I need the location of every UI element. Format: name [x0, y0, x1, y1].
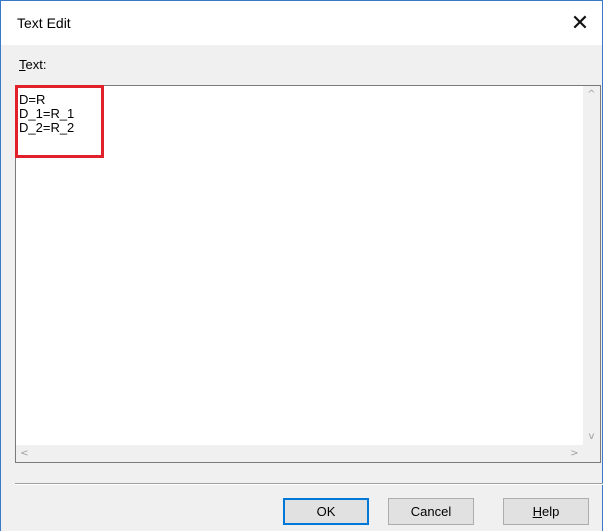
annotation-highlight-box: [15, 85, 104, 158]
chevron-down-icon[interactable]: v: [583, 428, 600, 445]
text-field-label: Text:: [19, 57, 47, 72]
title-bar: Text Edit ✕: [1, 1, 602, 45]
dialog-title: Text Edit: [17, 15, 71, 31]
text-edit-dialog: Text Edit ✕ Text: D=R D_1=R_1 D_2=R_2 ^ …: [0, 0, 603, 531]
chevron-up-icon[interactable]: ^: [583, 86, 600, 103]
chevron-left-icon[interactable]: <: [16, 445, 33, 462]
chevron-right-icon[interactable]: >: [566, 445, 583, 462]
ok-button[interactable]: OK: [283, 498, 369, 525]
close-icon: ✕: [570, 10, 590, 36]
divider: [15, 483, 603, 485]
horizontal-scrollbar[interactable]: < >: [16, 445, 583, 462]
cancel-button[interactable]: Cancel: [388, 498, 474, 525]
help-button[interactable]: Help: [503, 498, 589, 525]
scrollbar-corner: [583, 445, 600, 462]
vertical-scrollbar[interactable]: ^ v: [583, 86, 600, 445]
close-button[interactable]: ✕: [558, 1, 602, 45]
